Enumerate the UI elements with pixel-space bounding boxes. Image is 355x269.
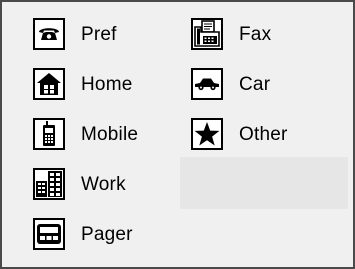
mobile-phone-icon [33, 118, 65, 150]
option-pref[interactable]: Pref [33, 14, 117, 54]
phone-icon [33, 18, 65, 50]
option-label: Home [81, 73, 133, 95]
option-label: Pref [81, 23, 117, 45]
option-label: Mobile [81, 123, 139, 145]
car-icon [191, 68, 223, 100]
option-label: Pager [81, 223, 133, 245]
phone-type-selector-panel: Pref Home Mobile Work Pager Fax Car Othe… [0, 0, 355, 269]
fax-icon [191, 18, 223, 50]
option-label: Other [239, 123, 288, 145]
option-mobile[interactable]: Mobile [33, 114, 138, 154]
building-icon [33, 168, 65, 200]
house-icon [33, 68, 65, 100]
option-car[interactable]: Car [191, 64, 270, 104]
option-work[interactable]: Work [33, 164, 126, 204]
option-label: Fax [239, 23, 272, 45]
empty-cell [180, 157, 348, 209]
option-label: Work [81, 173, 126, 195]
option-home[interactable]: Home [33, 64, 132, 104]
option-label: Car [239, 73, 271, 95]
pager-icon [33, 218, 65, 250]
star-icon [191, 118, 223, 150]
option-other[interactable]: Other [191, 114, 288, 154]
option-fax[interactable]: Fax [191, 14, 271, 54]
option-pager[interactable]: Pager [33, 214, 133, 254]
